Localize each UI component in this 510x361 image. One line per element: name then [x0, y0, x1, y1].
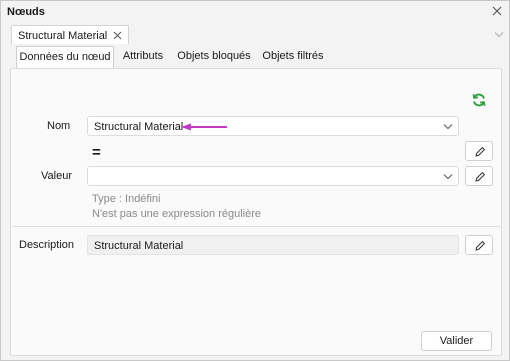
value-combobox[interactable] — [87, 166, 459, 186]
document-tab[interactable]: Structural Material — [11, 25, 129, 45]
edit-operator-button[interactable] — [465, 141, 493, 161]
close-icon[interactable] — [112, 30, 123, 41]
pencil-icon — [475, 240, 486, 251]
arrow-left-icon — [181, 123, 227, 131]
type-hint: Type : Indéfini — [92, 193, 161, 205]
document-tab-bar: Structural Material — [1, 23, 509, 45]
validate-button[interactable]: Valider — [421, 331, 492, 351]
panel-title: Nœuds — [7, 6, 45, 18]
title-bar: Nœuds — [1, 1, 509, 23]
name-value: Structural Material — [94, 121, 184, 133]
node-data-content: Nom Structural Material = Valeur Type: … — [10, 68, 502, 356]
tab-node-data[interactable]: Données du nœud — [16, 46, 114, 69]
tab-attributes[interactable]: Attributs — [118, 46, 168, 68]
section-divider — [12, 226, 502, 227]
description-field: Structural Material — [87, 235, 459, 255]
description-value: Structural Material — [94, 240, 184, 252]
pencil-icon — [475, 146, 486, 157]
equals-operator: = — [92, 144, 101, 161]
edit-value-button[interactable] — [465, 166, 493, 186]
regex-hint: N'est pas une expression régulière — [92, 208, 262, 220]
close-icon[interactable] — [490, 4, 504, 18]
pencil-icon — [475, 171, 486, 182]
tab-strip: Données du nœud Attributs Objets bloqués… — [10, 44, 502, 69]
name-label: Nom — [47, 120, 71, 132]
description-label: Description — [19, 239, 75, 251]
tab-blocked-objects[interactable]: Objets bloqués — [176, 46, 252, 68]
nodes-panel: Nœuds Structural Material Données du nœu… — [0, 0, 510, 361]
document-tab-label: Structural Material — [18, 30, 108, 42]
name-combobox[interactable]: Structural Material — [87, 116, 459, 136]
chevron-down-icon[interactable] — [443, 123, 453, 130]
node-pane: Données du nœud Attributs Objets bloqués… — [10, 44, 502, 356]
chevron-down-icon[interactable] — [443, 173, 453, 180]
value-label: Valeur — [41, 170, 72, 182]
edit-description-button[interactable] — [465, 235, 493, 255]
refresh-icon[interactable] — [471, 92, 487, 108]
chevron-down-icon[interactable] — [494, 31, 504, 38]
tab-filtered-objects[interactable]: Objets filtrés — [260, 46, 326, 68]
